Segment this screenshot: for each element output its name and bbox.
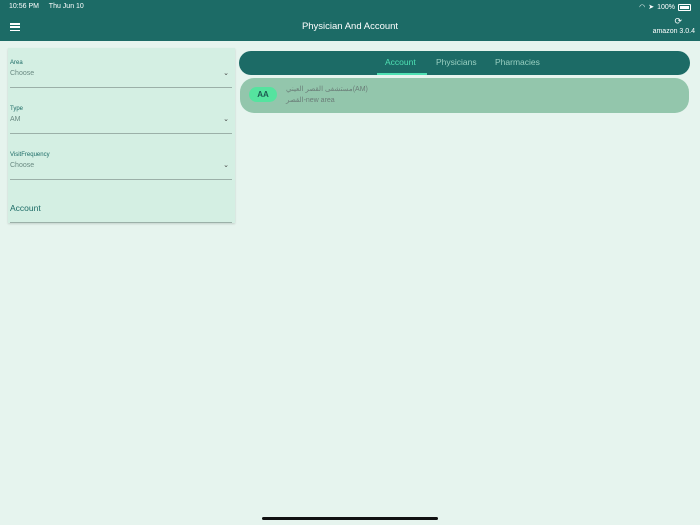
list-item[interactable]: AA مستشفى القصر العيني(AM) القصر-new are… bbox=[240, 78, 689, 113]
type-label: Type bbox=[10, 106, 24, 112]
battery-percent: 100% bbox=[657, 3, 675, 11]
visit-frequency-label: VisitFrequency bbox=[10, 152, 50, 158]
app-version: amazon 3.0.4 bbox=[652, 28, 695, 35]
wifi-icon: ◠ bbox=[639, 4, 646, 11]
visit-frequency-value: Choose bbox=[10, 162, 35, 169]
account-area: القصر-new area bbox=[286, 97, 335, 104]
area-label: Area bbox=[10, 60, 23, 66]
account-name: مستشفى القصر العيني(AM) bbox=[286, 86, 368, 93]
chevron-down-icon: ⌄ bbox=[223, 116, 229, 123]
location-icon: ➤ bbox=[648, 4, 655, 11]
tab-active-indicator bbox=[377, 73, 427, 75]
status-bar: 10:56 PM Thu Jun 10 ◠ ➤ 100% bbox=[0, 0, 700, 13]
home-indicator[interactable] bbox=[262, 517, 438, 520]
status-date: Thu Jun 10 bbox=[48, 3, 84, 10]
tab-account[interactable]: Account bbox=[385, 57, 416, 67]
page-title: Physician And Account bbox=[301, 21, 399, 32]
type-value: AM bbox=[10, 116, 21, 123]
chevron-down-icon: ⌄ bbox=[223, 70, 229, 77]
tab-pharmacies[interactable]: Pharmacies bbox=[495, 57, 540, 67]
tab-bar: Account Physicians Pharmacies bbox=[239, 51, 690, 75]
account-input[interactable]: Account bbox=[10, 194, 232, 223]
status-time: 10:56 PM bbox=[9, 3, 39, 10]
filter-panel: Area Choose ⌄ Type AM ⌄ VisitFrequency C… bbox=[8, 48, 235, 223]
sync-icon[interactable]: ⟳ bbox=[674, 16, 682, 27]
chevron-down-icon: ⌄ bbox=[223, 162, 229, 169]
visit-frequency-select[interactable]: VisitFrequency Choose ⌄ bbox=[10, 152, 232, 180]
area-select[interactable]: Area Choose ⌄ bbox=[10, 60, 232, 88]
tab-physicians[interactable]: Physicians bbox=[436, 57, 477, 67]
battery-icon bbox=[678, 3, 691, 11]
type-select[interactable]: Type AM ⌄ bbox=[10, 106, 232, 134]
area-value: Choose bbox=[10, 70, 35, 77]
account-label: Account bbox=[10, 203, 41, 213]
avatar: AA bbox=[249, 87, 277, 102]
app-header: Physician And Account ⟳ amazon 3.0.4 bbox=[0, 13, 700, 41]
